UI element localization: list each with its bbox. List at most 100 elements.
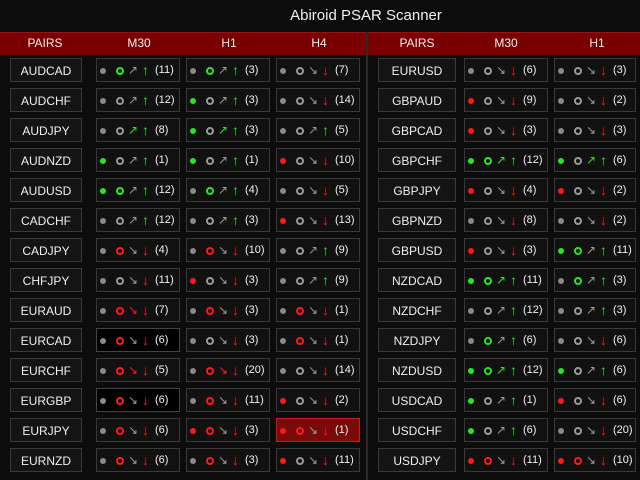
pair-label[interactable]: NZDJPY [378,328,456,352]
signal-cell[interactable]: ↘ ↓ (3) [186,298,270,322]
signal-cell[interactable]: ↘ ↓ (6) [96,388,180,412]
signal-cell[interactable]: ↗ ↑ (12) [96,88,180,112]
signal-cell[interactable]: ↘ ↓ (11) [96,268,180,292]
signal-cell[interactable]: ↘ ↓ (14) [276,88,360,112]
signal-cell[interactable]: ↗ ↑ (3) [554,298,636,322]
signal-cell[interactable]: ↘ ↓ (6) [96,418,180,442]
signal-cell[interactable]: ↘ ↓ (2) [554,178,636,202]
signal-cell[interactable]: ↘ ↓ (4) [96,238,180,262]
pair-label[interactable]: AUDCHF [10,88,82,112]
pair-label[interactable]: GBPJPY [378,178,456,202]
signal-cell[interactable]: ↗ ↑ (3) [186,58,270,82]
signal-cell[interactable]: ↘ ↓ (3) [186,418,270,442]
signal-cell[interactable]: ↘ ↓ (3) [554,58,636,82]
signal-cell[interactable]: ↗ ↑ (6) [554,358,636,382]
signal-cell[interactable]: ↘ ↓ (6) [464,58,548,82]
signal-cell[interactable]: ↗ ↑ (9) [276,238,360,262]
down-arrow-icon: ↓ [510,452,517,468]
signal-cell[interactable]: ↘ ↓ (6) [554,388,636,412]
pair-label[interactable]: USDJPY [378,448,456,472]
signal-cell[interactable]: ↘ ↓ (3) [186,268,270,292]
pair-label[interactable]: CHFJPY [10,268,82,292]
pair-label[interactable]: GBPAUD [378,88,456,112]
signal-cell[interactable]: ↘ ↓ (7) [96,298,180,322]
signal-cell[interactable]: ↗ ↑ (5) [276,118,360,142]
signal-cell[interactable]: ↘ ↓ (10) [276,148,360,172]
signal-cell[interactable]: ↘ ↓ (3) [554,118,636,142]
signal-cell[interactable]: ↗ ↑ (12) [464,148,548,172]
signal-cell[interactable]: ↘ ↓ (9) [464,88,548,112]
signal-cell[interactable]: ↘ ↓ (3) [464,238,548,262]
signal-cell[interactable]: ↗ ↑ (12) [464,358,548,382]
pair-label[interactable]: EURCHF [10,358,82,382]
signal-cell[interactable]: ↗ ↑ (3) [186,88,270,112]
pair-label[interactable]: EURUSD [378,58,456,82]
signal-cell[interactable]: ↘ ↓ (13) [276,208,360,232]
signal-cell[interactable]: ↗ ↑ (1) [464,388,548,412]
signal-cell[interactable]: ↘ ↓ (14) [276,358,360,382]
signal-cell[interactable]: ↗ ↑ (12) [96,178,180,202]
signal-cell[interactable]: ↘ ↓ (3) [186,448,270,472]
signal-cell[interactable]: ↘ ↓ (4) [464,178,548,202]
signal-cell[interactable]: ↘ ↓ (6) [96,448,180,472]
pair-label[interactable]: NZDCHF [378,298,456,322]
signal-cell[interactable]: ↘ ↓ (1) [276,418,360,442]
pair-label[interactable]: GBPUSD [378,238,456,262]
signal-cell[interactable]: ↗ ↑ (3) [554,268,636,292]
pair-label[interactable]: CADCHF [10,208,82,232]
signal-cell[interactable]: ↘ ↓ (20) [554,418,636,442]
signal-cell[interactable]: ↘ ↓ (10) [554,448,636,472]
signal-cell[interactable]: ↘ ↓ (1) [276,298,360,322]
signal-cell[interactable]: ↘ ↓ (11) [186,388,270,412]
signal-cell[interactable]: ↘ ↓ (1) [276,328,360,352]
pair-label[interactable]: EURCAD [10,328,82,352]
signal-cell[interactable]: ↘ ↓ (7) [276,58,360,82]
pair-label[interactable]: CADJPY [10,238,82,262]
psar-ring-icon [116,397,124,405]
pair-label[interactable]: AUDCAD [10,58,82,82]
pair-label[interactable]: GBPCAD [378,118,456,142]
signal-cell[interactable]: ↘ ↓ (10) [186,238,270,262]
signal-cell[interactable]: ↘ ↓ (20) [186,358,270,382]
pair-label[interactable]: EURJPY [10,418,82,442]
signal-cell[interactable]: ↘ ↓ (8) [464,208,548,232]
signal-cell[interactable]: ↘ ↓ (2) [554,208,636,232]
pair-label[interactable]: USDCHF [378,418,456,442]
pair-label[interactable]: GBPNZD [378,208,456,232]
signal-cell[interactable]: ↗ ↑ (6) [464,328,548,352]
signal-cell[interactable]: ↗ ↑ (9) [276,268,360,292]
signal-cell[interactable]: ↗ ↑ (11) [554,238,636,262]
signal-cell[interactable]: ↘ ↓ (11) [464,448,548,472]
signal-cell[interactable]: ↗ ↑ (6) [554,148,636,172]
signal-cell[interactable]: ↗ ↑ (11) [96,58,180,82]
pair-label[interactable]: EURGBP [10,388,82,412]
signal-cell[interactable]: ↗ ↑ (1) [186,148,270,172]
signal-cell[interactable]: ↗ ↑ (11) [464,268,548,292]
signal-cell[interactable]: ↗ ↑ (4) [186,178,270,202]
pair-label[interactable]: NZDCAD [378,268,456,292]
pair-label[interactable]: EURNZD [10,448,82,472]
signal-cell[interactable]: ↘ ↓ (2) [276,388,360,412]
pair-label[interactable]: AUDUSD [10,178,82,202]
pair-label[interactable]: NZDUSD [378,358,456,382]
signal-cell[interactable]: ↘ ↓ (2) [554,88,636,112]
signal-cell[interactable]: ↘ ↓ (5) [276,178,360,202]
signal-cell[interactable]: ↗ ↑ (6) [464,418,548,442]
signal-cell[interactable]: ↘ ↓ (5) [96,358,180,382]
signal-cell[interactable]: ↘ ↓ (11) [276,448,360,472]
pair-label[interactable]: EURAUD [10,298,82,322]
pair-label[interactable]: GBPCHF [378,148,456,172]
signal-cell[interactable]: ↗ ↑ (3) [186,118,270,142]
signal-cell[interactable]: ↘ ↓ (3) [186,328,270,352]
pair-label[interactable]: AUDNZD [10,148,82,172]
signal-cell[interactable]: ↗ ↑ (3) [186,208,270,232]
signal-cell[interactable]: ↗ ↑ (8) [96,118,180,142]
signal-cell[interactable]: ↗ ↑ (1) [96,148,180,172]
signal-cell[interactable]: ↘ ↓ (6) [554,328,636,352]
signal-cell[interactable]: ↗ ↑ (12) [464,298,548,322]
signal-cell[interactable]: ↘ ↓ (3) [464,118,548,142]
signal-cell[interactable]: ↘ ↓ (6) [96,328,180,352]
pair-label[interactable]: AUDJPY [10,118,82,142]
signal-cell[interactable]: ↗ ↑ (12) [96,208,180,232]
pair-label[interactable]: USDCAD [378,388,456,412]
